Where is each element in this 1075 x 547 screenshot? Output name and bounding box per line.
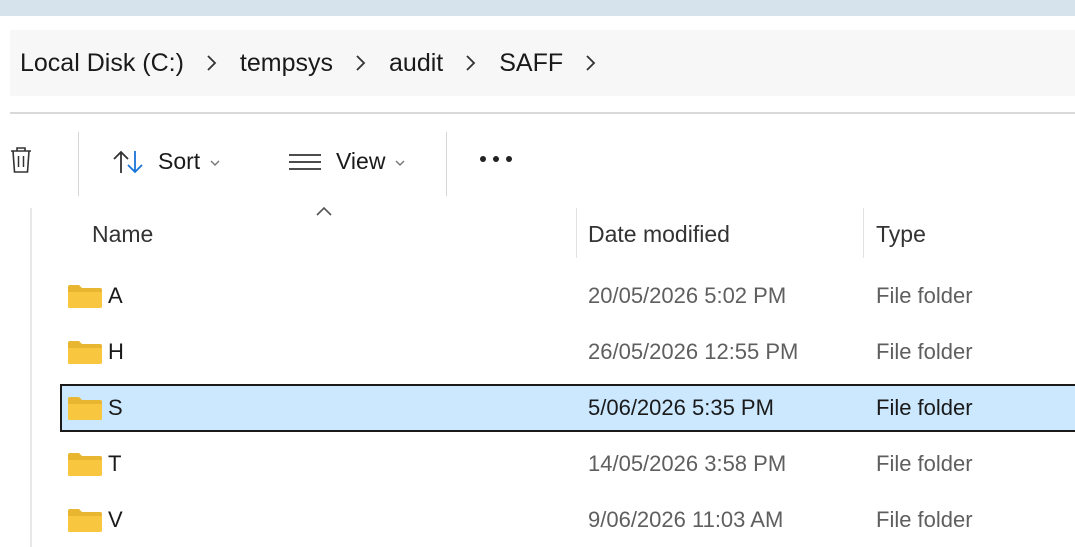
file-row[interactable]: A 20/05/2026 5:02 PM File folder: [60, 272, 1075, 320]
file-name: V: [108, 507, 123, 532]
delete-button[interactable]: [10, 146, 32, 180]
column-header-date-modified[interactable]: Date modified: [588, 208, 858, 260]
file-name: S: [108, 395, 123, 420]
chevron-right-icon[interactable]: [206, 54, 218, 72]
sort-button[interactable]: Sort: [112, 148, 220, 175]
file-name: H: [108, 339, 124, 364]
column-header-type[interactable]: Type: [876, 208, 1075, 260]
chevron-right-icon[interactable]: [585, 54, 597, 72]
file-type: File folder: [876, 283, 973, 308]
more-horizontal-icon: [478, 154, 514, 164]
more-options-button[interactable]: [478, 154, 514, 164]
breadcrumb-item-local-disk[interactable]: Local Disk (C:): [20, 49, 184, 78]
folder-icon: [68, 508, 102, 537]
folder-icon: [68, 340, 102, 369]
sort-ascending-icon: [314, 204, 334, 222]
column-separator[interactable]: [576, 208, 577, 258]
breadcrumb-item-audit[interactable]: audit: [389, 49, 443, 78]
file-date-modified: 9/06/2026 11:03 AM: [588, 507, 784, 532]
navigation-pane-border: [30, 208, 32, 547]
file-type: File folder: [876, 339, 973, 364]
sort-arrows-icon: [112, 149, 144, 175]
file-date-modified: 5/06/2026 5:35 PM: [588, 395, 774, 420]
view-button[interactable]: View: [288, 148, 405, 175]
file-row[interactable]: H 26/05/2026 12:55 PM File folder: [60, 328, 1075, 376]
file-name: T: [108, 451, 122, 476]
view-lines-icon: [288, 152, 322, 172]
title-bar-strip: [0, 0, 1075, 16]
breadcrumb-item-saff[interactable]: SAFF: [499, 49, 563, 78]
column-separator[interactable]: [863, 208, 864, 258]
chevron-down-icon: [210, 154, 220, 170]
toolbar-divider: [78, 132, 79, 196]
view-label: View: [336, 148, 386, 174]
trash-icon: [10, 146, 32, 180]
file-row[interactable]: T 14/05/2026 3:58 PM File folder: [60, 440, 1075, 488]
column-header-date-modified-label: Date modified: [588, 220, 730, 247]
command-bar: Sort View: [0, 124, 1075, 204]
file-type: File folder: [876, 507, 973, 532]
chevron-down-icon: [395, 154, 405, 170]
folder-icon: [68, 284, 102, 313]
column-header-type-label: Type: [876, 220, 926, 247]
toolbar-divider: [446, 132, 447, 196]
file-date-modified: 26/05/2026 12:55 PM: [588, 339, 799, 364]
file-row-selected[interactable]: S 5/06/2026 5:35 PM File folder: [60, 384, 1075, 432]
sort-label: Sort: [158, 148, 201, 174]
breadcrumb-item-tempsys[interactable]: tempsys: [240, 49, 333, 78]
folder-icon: [68, 452, 102, 481]
file-date-modified: 14/05/2026 3:58 PM: [588, 451, 787, 476]
column-header-name-label: Name: [92, 220, 154, 247]
address-bar-divider: [10, 112, 1075, 114]
chevron-right-icon[interactable]: [355, 54, 367, 72]
chevron-right-icon[interactable]: [465, 54, 477, 72]
file-type: File folder: [876, 395, 973, 420]
breadcrumb[interactable]: Local Disk (C:) tempsys audit SAFF: [10, 30, 1075, 96]
file-name: A: [108, 283, 123, 308]
file-row[interactable]: V 9/06/2026 11:03 AM File folder: [60, 496, 1075, 544]
file-date-modified: 20/05/2026 5:02 PM: [588, 283, 787, 308]
folder-icon: [68, 396, 102, 425]
file-type: File folder: [876, 451, 973, 476]
